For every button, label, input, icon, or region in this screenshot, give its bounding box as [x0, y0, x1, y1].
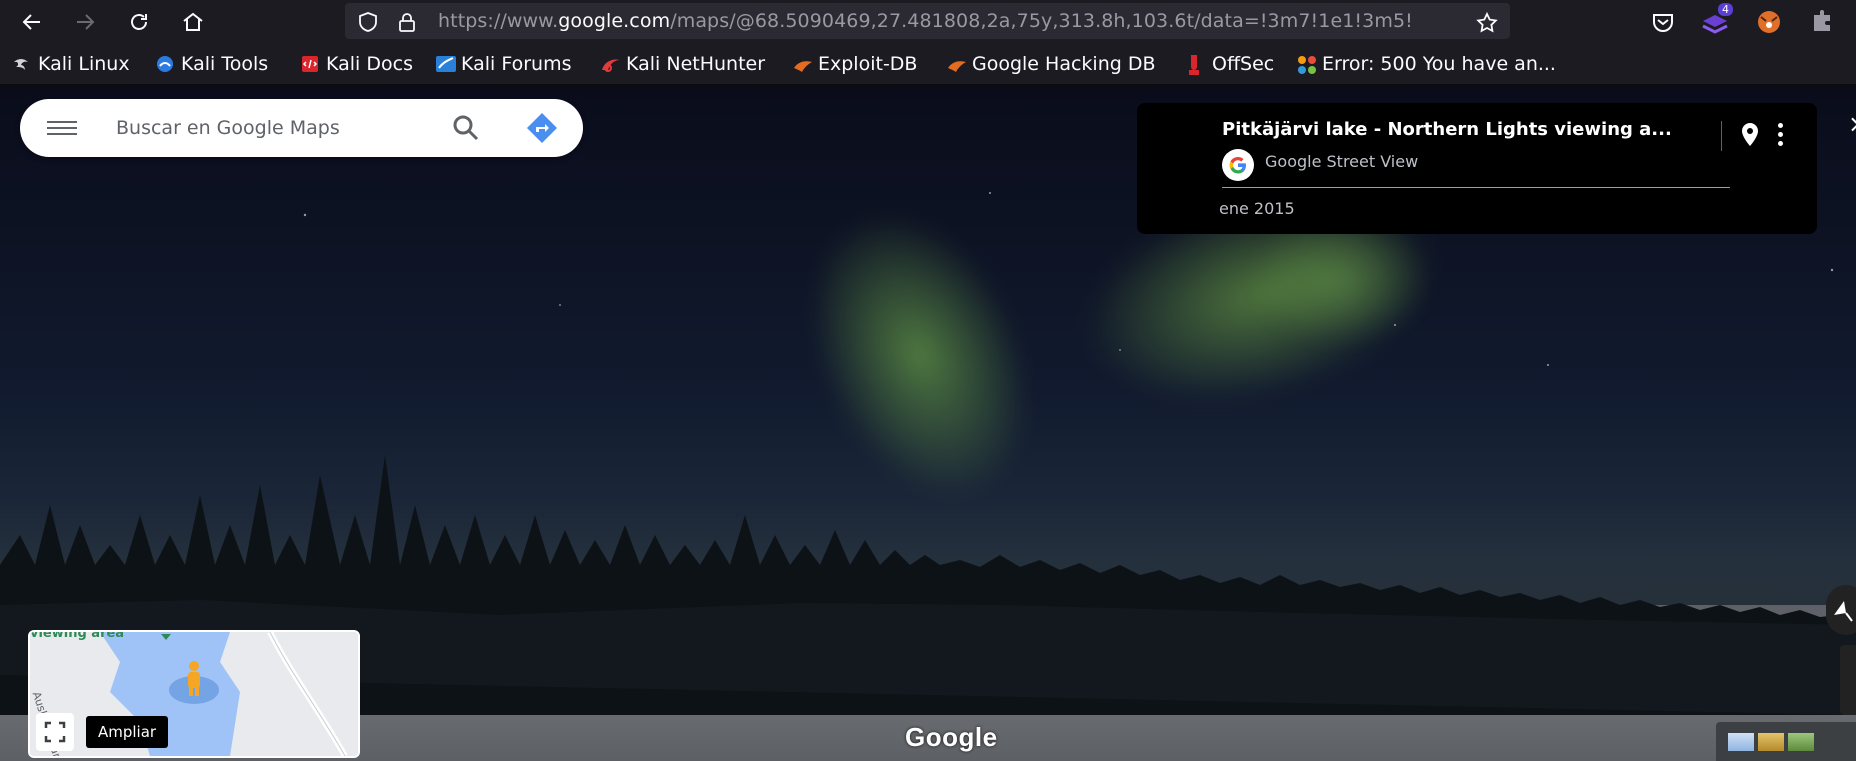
url-path: /maps/@68.5090469,27.481808,2a,75y,313.8… [670, 10, 1413, 32]
extension-badge: 4 [1718, 3, 1733, 16]
pocket-icon[interactable] [1648, 7, 1678, 37]
extensions-puzzle-icon[interactable] [1808, 7, 1838, 37]
imagery-thumbnail[interactable] [1788, 733, 1814, 751]
bookmark-error-500[interactable]: Error: 500 You have an... [1296, 44, 1556, 84]
offsec-icon [1186, 54, 1206, 75]
bookmark-label: Kali Tools [181, 53, 269, 75]
back-icon[interactable] [17, 8, 47, 36]
source-label: Google Street View [1265, 152, 1419, 171]
street-view-info-card: Pitkäjärvi lake - Northern Lights viewin… [1137, 103, 1817, 234]
bookmark-exploit-db[interactable]: Exploit-DB [792, 44, 917, 84]
bookmark-label: Exploit-DB [818, 53, 918, 75]
mini-map[interactable]: viewing area Auskottivaara [28, 630, 360, 758]
imagery-thumbnail[interactable] [1758, 733, 1784, 751]
place-title[interactable]: Pitkäjärvi lake - Northern Lights viewin… [1222, 119, 1672, 140]
bookmark-label: Kali Forums [461, 53, 572, 75]
area-label: viewing area [30, 630, 125, 641]
kali-docs-icon [300, 54, 320, 74]
expand-tooltip: Ampliar [86, 716, 169, 748]
bookmark-label: Kali Docs [326, 53, 413, 75]
location-pin-icon[interactable] [1739, 122, 1761, 148]
url-bar[interactable]: https://www.google.com/maps/@68.5090469,… [345, 3, 1510, 39]
capture-date[interactable]: ene 2015 [1219, 199, 1295, 218]
search-icon[interactable] [450, 112, 482, 144]
foxyproxy-icon[interactable] [1754, 7, 1784, 37]
aurora-band-glow [1250, 215, 1430, 345]
more-options-icon[interactable] [1777, 123, 1785, 147]
bookmark-label: Error: 500 You have an... [1322, 53, 1556, 75]
fullscreen-icon [44, 721, 66, 743]
card-divider [1222, 187, 1730, 188]
exploit-db-icon [792, 54, 812, 74]
home-icon[interactable] [178, 8, 208, 36]
bookmark-google-hacking-db[interactable]: Google Hacking DB [946, 44, 1156, 84]
browser-toolbar: https://www.google.com/maps/@68.5090469,… [0, 0, 1856, 44]
google-g-icon [1222, 149, 1254, 181]
url-prefix: https://www. [438, 10, 559, 32]
compass-icon[interactable] [1826, 585, 1856, 635]
directions-icon[interactable] [525, 111, 559, 145]
ghdb-icon [946, 54, 966, 74]
reload-icon[interactable] [124, 8, 154, 36]
tracking-shield-icon[interactable] [357, 11, 379, 33]
bookmark-kali-tools[interactable]: Kali Tools [155, 44, 268, 84]
imagery-strip[interactable] [1716, 722, 1856, 761]
nethunter-icon [600, 54, 620, 74]
bookmark-offsec[interactable]: OffSec [1186, 44, 1274, 84]
bookmark-kali-forums[interactable]: Kali Forums [435, 44, 572, 84]
bookmarks-bar: Kali Linux Kali Tools Kali Docs Kali For… [0, 44, 1856, 85]
card-separator [1721, 121, 1722, 151]
kali-tools-icon [155, 54, 175, 74]
imagery-thumbnail[interactable] [1728, 733, 1754, 751]
bookmark-label: Kali NetHunter [626, 53, 766, 75]
url-domain: google.com [558, 10, 671, 32]
bookmark-label: Kali Linux [38, 53, 130, 75]
bookmark-kali-nethunter[interactable]: Kali NetHunter [600, 44, 765, 84]
search-input[interactable]: Buscar en Google Maps [116, 99, 340, 157]
hamburger-menu-icon[interactable] [47, 117, 77, 139]
close-icon[interactable]: × [1848, 110, 1856, 138]
expand-map-button[interactable] [36, 713, 74, 751]
lock-icon[interactable] [396, 11, 418, 33]
kali-dragon-icon [12, 54, 32, 74]
zoom-controls[interactable] [1840, 645, 1856, 715]
bookmark-star-icon[interactable] [1475, 11, 1498, 33]
maps-search-box: Buscar en Google Maps [20, 99, 583, 157]
forward-icon[interactable] [70, 8, 100, 36]
kali-forums-icon [435, 54, 456, 74]
google-logo: Google [905, 722, 998, 752]
pegman-icon[interactable] [184, 660, 204, 702]
bookmark-kali-linux[interactable]: Kali Linux [12, 44, 130, 84]
extension-stack-icon[interactable]: 4 [1700, 3, 1733, 37]
joomla-icon [1296, 54, 1316, 74]
bookmark-kali-docs[interactable]: Kali Docs [300, 44, 413, 84]
url-text[interactable]: https://www.google.com/maps/@68.5090469,… [438, 3, 1453, 39]
bookmark-label: OffSec [1212, 53, 1275, 75]
bookmark-label: Google Hacking DB [972, 53, 1156, 75]
